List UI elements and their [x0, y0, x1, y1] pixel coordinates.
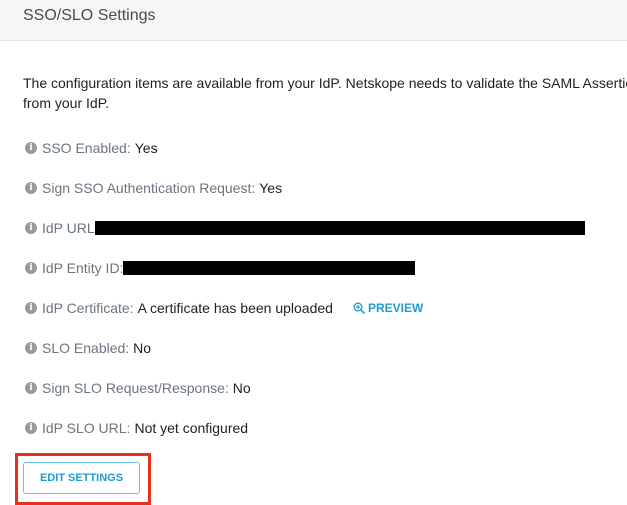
info-icon: i [25, 142, 37, 154]
panel-header: SSO/SLO Settings [0, 0, 627, 41]
setting-sign-slo-request: i Sign SLO Request/Response: No [25, 378, 251, 398]
setting-value: No [232, 380, 251, 396]
setting-value: Yes [134, 140, 158, 156]
setting-idp-entity-id: i IdP Entity ID: [25, 258, 416, 278]
setting-label: SSO Enabled: [42, 140, 131, 156]
setting-label: IdP URL [42, 220, 95, 236]
preview-label: PREVIEW [367, 301, 424, 315]
setting-label: Sign SSO Authentication Request: [42, 180, 256, 196]
setting-idp-certificate: i IdP Certificate: A certificate has bee… [25, 298, 423, 318]
setting-sso-enabled: i SSO Enabled: Yes [25, 138, 158, 158]
setting-value: Yes [259, 180, 283, 196]
preview-link[interactable]: PREVIEW [353, 301, 423, 315]
intro-text: The configuration items are available fr… [23, 75, 627, 111]
setting-label: SLO Enabled: [42, 340, 130, 356]
setting-sign-sso-request: i Sign SSO Authentication Request: Yes [25, 178, 282, 198]
setting-value: A certificate has been uploaded [137, 300, 333, 316]
info-icon: i [25, 382, 37, 394]
setting-label: IdP Certificate: [42, 300, 134, 316]
setting-idp-url: i IdP URL [25, 218, 585, 238]
setting-slo-enabled: i SLO Enabled: No [25, 338, 151, 358]
setting-value: Not yet configured [134, 420, 249, 436]
setting-label: IdP SLO URL: [42, 420, 131, 436]
info-icon: i [25, 222, 37, 234]
setting-idp-slo-url: i IdP SLO URL: Not yet configured [25, 418, 248, 438]
page-title: SSO/SLO Settings [23, 7, 156, 24]
redacted-value [123, 261, 416, 275]
setting-label: Sign SLO Request/Response: [42, 380, 229, 396]
setting-value: No [133, 340, 152, 356]
zoom-in-icon [353, 302, 365, 314]
info-icon: i [25, 342, 37, 354]
setting-label: IdP Entity ID: [42, 260, 124, 276]
info-icon: i [25, 262, 37, 274]
redacted-value [94, 221, 585, 235]
edit-settings-button[interactable]: EDIT SETTINGS [23, 462, 140, 494]
info-icon: i [25, 302, 37, 314]
info-icon: i [25, 182, 37, 194]
info-icon: i [25, 422, 37, 434]
